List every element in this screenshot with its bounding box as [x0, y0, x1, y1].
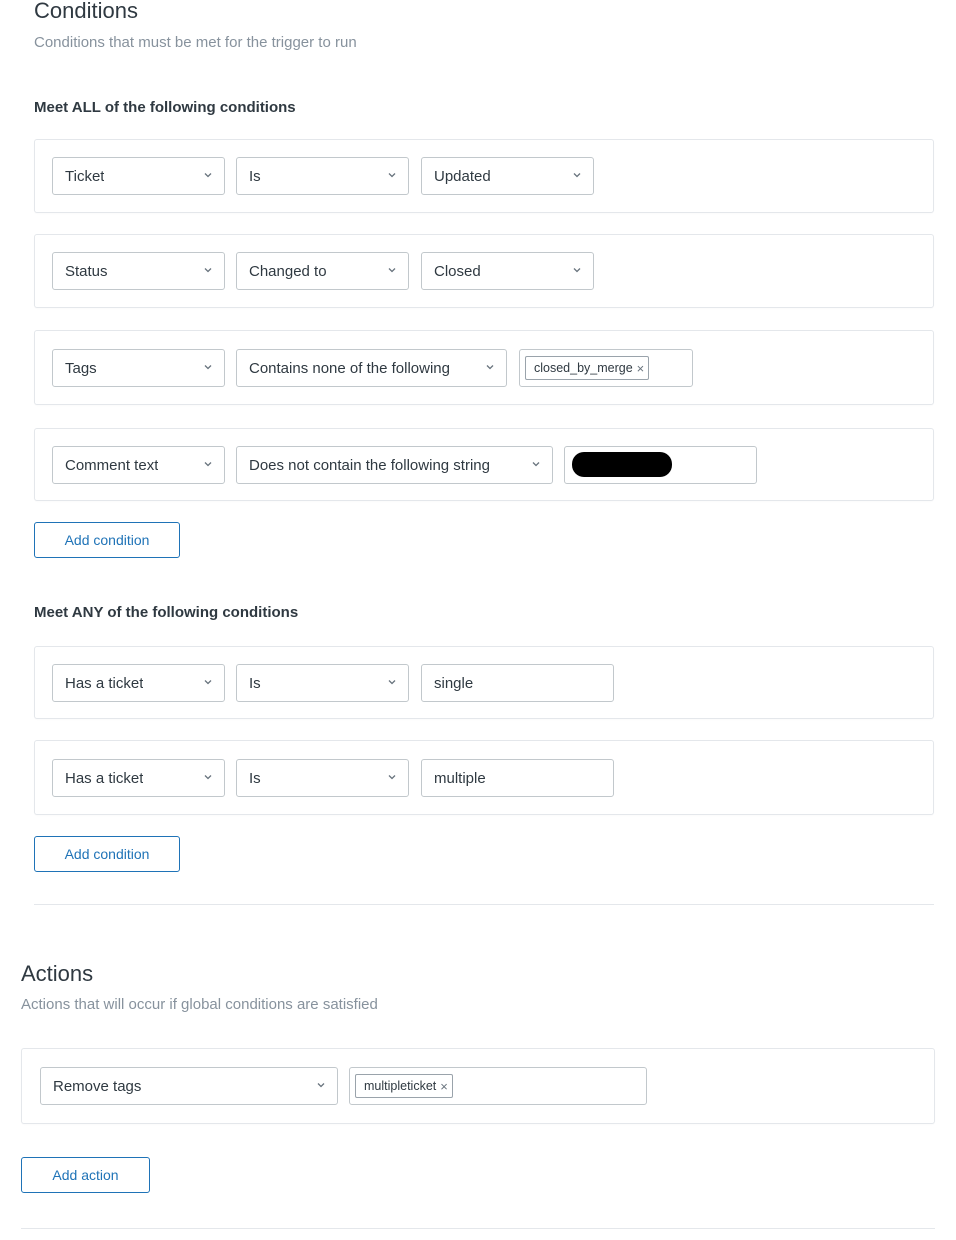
- condition-row: Ticket Is Updated: [34, 139, 934, 213]
- redacted-value: [572, 452, 672, 477]
- condition-field-select[interactable]: Has a ticket: [52, 759, 225, 797]
- chevron-down-icon: [317, 1083, 325, 1088]
- condition-operator-select[interactable]: Is: [236, 664, 409, 702]
- condition-field-select[interactable]: Comment text: [52, 446, 225, 484]
- chevron-down-icon: [204, 268, 212, 273]
- close-icon[interactable]: ×: [440, 1079, 448, 1094]
- select-value: Has a ticket: [65, 674, 144, 692]
- tag-chip: multipleticket ×: [355, 1074, 453, 1098]
- all-conditions-heading: Meet ALL of the following conditions: [34, 99, 296, 116]
- tag-label: closed_by_merge: [534, 361, 633, 375]
- condition-field-select[interactable]: Ticket: [52, 157, 225, 195]
- chevron-down-icon: [532, 462, 540, 467]
- condition-field-select[interactable]: Tags: [52, 349, 225, 387]
- tag-label: multipleticket: [364, 1079, 437, 1093]
- condition-row: Has a ticket Is single: [34, 646, 934, 719]
- select-value: Does not contain the following string: [249, 456, 490, 474]
- add-condition-button[interactable]: Add condition: [34, 522, 180, 558]
- actions-description: Actions that will occur if global condit…: [21, 996, 378, 1013]
- chevron-down-icon: [204, 173, 212, 178]
- chevron-down-icon: [204, 775, 212, 780]
- chevron-down-icon: [204, 462, 212, 467]
- condition-field-select[interactable]: Status: [52, 252, 225, 290]
- section-divider: [21, 1228, 935, 1229]
- condition-string-input[interactable]: [564, 446, 757, 484]
- select-value: Is: [249, 769, 261, 787]
- condition-row: Tags Contains none of the following clos…: [34, 330, 934, 405]
- action-row: Remove tags multipleticket ×: [21, 1048, 935, 1124]
- conditions-title: Conditions: [34, 0, 138, 23]
- condition-row: Comment text Does not contain the follow…: [34, 428, 934, 501]
- actions-title: Actions: [21, 961, 94, 986]
- select-value: Is: [249, 674, 261, 692]
- select-value: Comment text: [65, 456, 159, 474]
- condition-operator-select[interactable]: Contains none of the following: [236, 349, 507, 387]
- condition-operator-select[interactable]: Is: [236, 759, 409, 797]
- condition-row: Has a ticket Is multiple: [34, 740, 934, 815]
- select-value: Contains none of the following: [249, 359, 450, 377]
- tags-input[interactable]: closed_by_merge ×: [519, 349, 693, 387]
- select-value: Is: [249, 167, 261, 185]
- condition-row: Status Changed to Closed: [34, 234, 934, 308]
- add-condition-button[interactable]: Add condition: [34, 836, 180, 872]
- chevron-down-icon: [204, 680, 212, 685]
- close-icon[interactable]: ×: [637, 361, 645, 376]
- condition-operator-select[interactable]: Is: [236, 157, 409, 195]
- condition-field-select[interactable]: Has a ticket: [52, 664, 225, 702]
- condition-operator-select[interactable]: Changed to: [236, 252, 409, 290]
- condition-value-input[interactable]: multiple: [421, 759, 614, 797]
- any-conditions-heading: Meet ANY of the following conditions: [34, 604, 299, 621]
- tags-input[interactable]: multipleticket ×: [349, 1067, 647, 1105]
- chevron-down-icon: [388, 680, 396, 685]
- condition-value-input[interactable]: single: [421, 664, 614, 702]
- chevron-down-icon: [388, 173, 396, 178]
- input-value: single: [434, 674, 474, 692]
- select-value: Tags: [65, 359, 97, 377]
- conditions-description: Conditions that must be met for the trig…: [34, 34, 357, 51]
- chevron-down-icon: [388, 775, 396, 780]
- select-value: Closed: [434, 262, 481, 280]
- chevron-down-icon: [573, 173, 581, 178]
- select-value: Has a ticket: [65, 769, 144, 787]
- condition-value-select[interactable]: Updated: [421, 157, 594, 195]
- section-divider: [34, 904, 934, 905]
- action-select[interactable]: Remove tags: [40, 1067, 338, 1105]
- select-value: Updated: [434, 167, 491, 185]
- select-value: Ticket: [65, 167, 105, 185]
- condition-value-select[interactable]: Closed: [421, 252, 594, 290]
- chevron-down-icon: [204, 365, 212, 370]
- condition-operator-select[interactable]: Does not contain the following string: [236, 446, 553, 484]
- select-value: Status: [65, 262, 108, 280]
- add-action-button[interactable]: Add action: [21, 1157, 150, 1193]
- chevron-down-icon: [388, 268, 396, 273]
- chevron-down-icon: [486, 365, 494, 370]
- input-value: multiple: [434, 769, 486, 787]
- tag-chip: closed_by_merge ×: [525, 356, 650, 380]
- select-value: Changed to: [249, 262, 327, 280]
- select-value: Remove tags: [53, 1077, 142, 1095]
- chevron-down-icon: [573, 268, 581, 273]
